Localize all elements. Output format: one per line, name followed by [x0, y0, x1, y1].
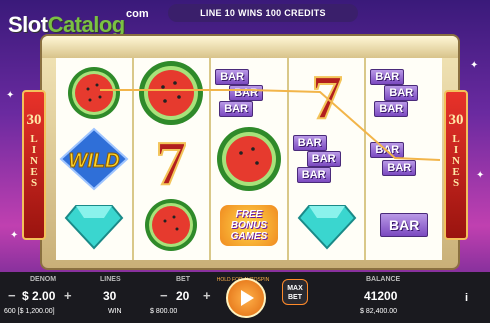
win-value: $ 800.00 [150, 308, 178, 315]
triple-bar-symbol: BAR BAR BAR [211, 60, 287, 126]
balance-footer-value: $ 82,400.00 [360, 308, 397, 315]
triple-bar-symbol: BAR BAR BAR [289, 126, 365, 192]
triple-bar-symbol: BAR BAR BAR [366, 60, 442, 126]
lines-label: LINES [100, 276, 121, 283]
denom-label: DENOM [30, 276, 57, 283]
reel-frame-top [42, 36, 458, 58]
bet-increase-button[interactable]: + [203, 288, 211, 303]
denom-value: $ 2.00 [22, 289, 56, 303]
win-label: WIN [108, 308, 122, 315]
wild-symbol: WILD [56, 126, 132, 192]
seven-symbol: 7 [289, 60, 365, 126]
balance-label: BALANCE [366, 276, 401, 283]
denom-increase-button[interactable]: + [64, 288, 72, 303]
seven-label: 7 [156, 130, 187, 190]
sparkle-icon: ✦ [470, 60, 479, 71]
sparkle-icon: ✦ [10, 230, 19, 241]
reel-1: WILD [56, 58, 134, 260]
watermelon-symbol [134, 192, 210, 258]
play-icon [241, 290, 254, 306]
max-bet-button[interactable]: MAX BET [282, 279, 308, 305]
reel-2: 7 [134, 58, 212, 260]
free-bonus-symbol: FREE BONUS GAMES [211, 192, 287, 258]
spin-button[interactable] [226, 278, 266, 318]
bet-decrease-button[interactable]: − [160, 288, 168, 303]
single-bar-symbol: BAR [366, 192, 442, 258]
sparkle-icon: ✦ [476, 170, 485, 181]
reels-area: WILD 7 BAR BAR BAR FREE BONUS GAMES 7 BA… [56, 58, 442, 260]
wild-label: WILD [68, 150, 119, 172]
credits-footer: 600 [$ 1,200.00] [4, 308, 55, 315]
watermelon-symbol [211, 126, 287, 192]
info-button[interactable]: i [465, 292, 468, 304]
reel-4: 7 BAR BAR BAR [289, 58, 367, 260]
double-bar-symbol: BAR BAR [366, 126, 442, 192]
bet-label: BET [176, 276, 190, 283]
balance-value: 41200 [364, 289, 398, 303]
seven-label: 7 [311, 64, 342, 124]
reel-5: BAR BAR BAR BAR BAR BAR [366, 58, 442, 260]
watermelon-symbol [134, 60, 210, 126]
win-message-banner: LINE 10 WINS 100 CREDITS [168, 4, 358, 22]
seven-symbol: 7 [134, 126, 210, 192]
free-bonus-label: FREE BONUS GAMES [219, 204, 278, 246]
denom-decrease-button[interactable]: − [8, 288, 16, 303]
watermelon-symbol [56, 60, 132, 126]
lines-panel-right: 30 LINES [444, 90, 468, 240]
lines-value: 30 [103, 289, 117, 303]
diamond-symbol [289, 192, 365, 258]
sparkle-icon: ✦ [6, 90, 15, 101]
bet-value: 20 [176, 289, 190, 303]
lines-panel-left: 30 LINES [22, 90, 46, 240]
reel-3: BAR BAR BAR FREE BONUS GAMES [211, 58, 289, 260]
diamond-symbol [56, 192, 132, 258]
